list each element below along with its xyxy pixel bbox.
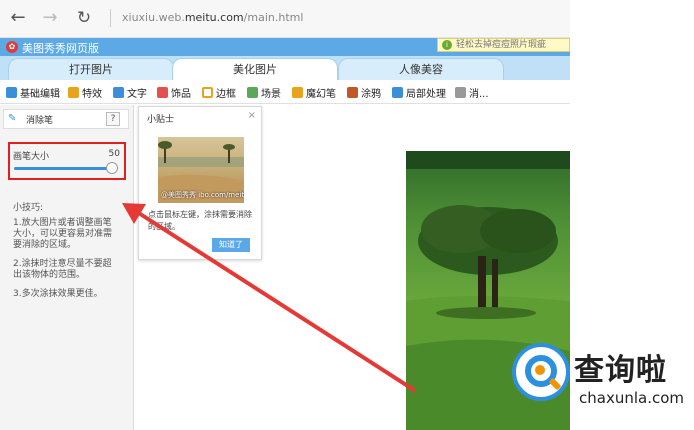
- tool-label: 特效: [82, 89, 102, 100]
- site-logo-icon: [512, 343, 570, 401]
- tool-label: 边框: [216, 89, 236, 100]
- eraser-icon: [455, 87, 466, 98]
- tip-1: 1.放大图片或者调整画笔大小，可以更容易对准需要消除的区域。: [13, 218, 113, 250]
- promo-text: 轻松去掉痘痘照片瑕疵: [456, 40, 547, 50]
- tool-label: 消...: [469, 89, 489, 100]
- browser-toolbar: ← → ↻ xiuxiu.web.meitu.com/main.html: [0, 0, 570, 38]
- slider-fill: [14, 167, 118, 170]
- tips-popup: 小贴士 × @美图秀秀 ibo.com/meituxiuxiu 点击鼠标左键，涂…: [138, 106, 262, 260]
- effect-icon: [68, 87, 79, 98]
- brush-size-value: 50: [108, 149, 120, 159]
- brush-size-label: 画笔大小: [13, 152, 50, 162]
- tool-scene[interactable]: 场景: [247, 85, 281, 100]
- frame-icon: [202, 87, 213, 98]
- magic-pen-icon: [292, 87, 303, 98]
- tab-beautify-image[interactable]: 美化图片: [172, 58, 338, 80]
- panel-title: 消除笔: [26, 116, 54, 126]
- panel-header: ✎ 消除笔 ?: [3, 109, 129, 129]
- close-icon[interactable]: ×: [248, 110, 256, 121]
- tool-label: 涂鸦: [361, 89, 381, 100]
- scene-icon: [247, 87, 258, 98]
- promo-banner[interactable]: i 轻松去掉痘痘照片瑕疵: [437, 38, 570, 52]
- edit-icon: [6, 87, 17, 98]
- local-edit-icon: [392, 87, 403, 98]
- tool-label: 魔幻笔: [306, 89, 336, 100]
- tab-open-image[interactable]: 打开图片: [8, 58, 174, 80]
- got-it-button[interactable]: 知道了: [212, 238, 250, 252]
- site-watermark-cn: 查询啦: [574, 353, 667, 388]
- doodle-icon: [347, 87, 358, 98]
- address-bar[interactable]: xiuxiu.web.meitu.com/main.html: [122, 11, 303, 24]
- eraser-panel: ✎ 消除笔 ? 画笔大小 50 小技巧: 1.放大图片或者调整画笔大小，可以更容…: [0, 105, 134, 430]
- tool-magic-pen[interactable]: 魔幻笔: [292, 85, 336, 100]
- tool-accessories[interactable]: 饰品: [157, 85, 191, 100]
- image-watermark: @美图秀秀 ibo.com/meituxiuxiu: [161, 191, 244, 199]
- demo-image: @美图秀秀 ibo.com/meituxiuxiu: [158, 137, 244, 203]
- tool-effects[interactable]: 特效: [68, 85, 102, 100]
- tool-bar: 基础编辑 特效 文字 饰品 边框 场景 魔幻笔 涂鸦 局部处理 消...: [0, 80, 570, 104]
- tool-frame[interactable]: 边框: [202, 85, 236, 100]
- tool-label: 文字: [127, 89, 147, 100]
- tool-label: 局部处理: [406, 89, 446, 100]
- divider: [110, 9, 111, 27]
- site-watermark-en: chaxunla.com: [579, 389, 684, 407]
- brush-size-slider[interactable]: [14, 167, 118, 170]
- eraser-pen-icon: ✎: [8, 113, 17, 124]
- logo-tail: [548, 377, 562, 391]
- back-arrow-icon[interactable]: ←: [8, 8, 28, 28]
- tool-label: 基础编辑: [20, 89, 60, 100]
- tool-text[interactable]: 文字: [113, 85, 147, 100]
- app-name: 美图秀秀网页版: [22, 42, 99, 55]
- tips-title: 小技巧:: [13, 203, 44, 213]
- slider-knob[interactable]: [106, 162, 118, 174]
- info-icon: i: [442, 40, 452, 50]
- tool-basic-edit[interactable]: 基础编辑: [6, 85, 60, 100]
- tool-label: 饰品: [171, 89, 191, 100]
- tip-3: 3.多次涂抹效果更佳。: [13, 289, 103, 299]
- tab-portrait[interactable]: 人像美容: [338, 58, 504, 80]
- text-icon: [113, 87, 124, 98]
- refresh-icon[interactable]: ↻: [74, 8, 94, 28]
- tool-local-edit[interactable]: 局部处理: [392, 85, 446, 100]
- app-logo-icon: ✿: [6, 41, 18, 53]
- brush-size-control: 画笔大小 50: [8, 142, 126, 180]
- tool-label: 场景: [261, 89, 281, 100]
- accessory-icon: [157, 87, 168, 98]
- popup-title: 小贴士: [147, 115, 175, 125]
- tip-2: 2.涂抹时注意尽量不要超出该物体的范围。: [13, 259, 112, 280]
- forward-arrow-icon[interactable]: →: [40, 8, 60, 28]
- tool-eraser[interactable]: 消...: [455, 85, 489, 100]
- logo-dot: [535, 365, 545, 375]
- tool-doodle[interactable]: 涂鸦: [347, 85, 381, 100]
- main-tabs: 打开图片 美化图片 人像美容: [0, 56, 570, 80]
- help-button[interactable]: ?: [106, 112, 120, 126]
- popup-text: 点击鼠标左键，涂抹需要消除的区域。: [148, 210, 252, 231]
